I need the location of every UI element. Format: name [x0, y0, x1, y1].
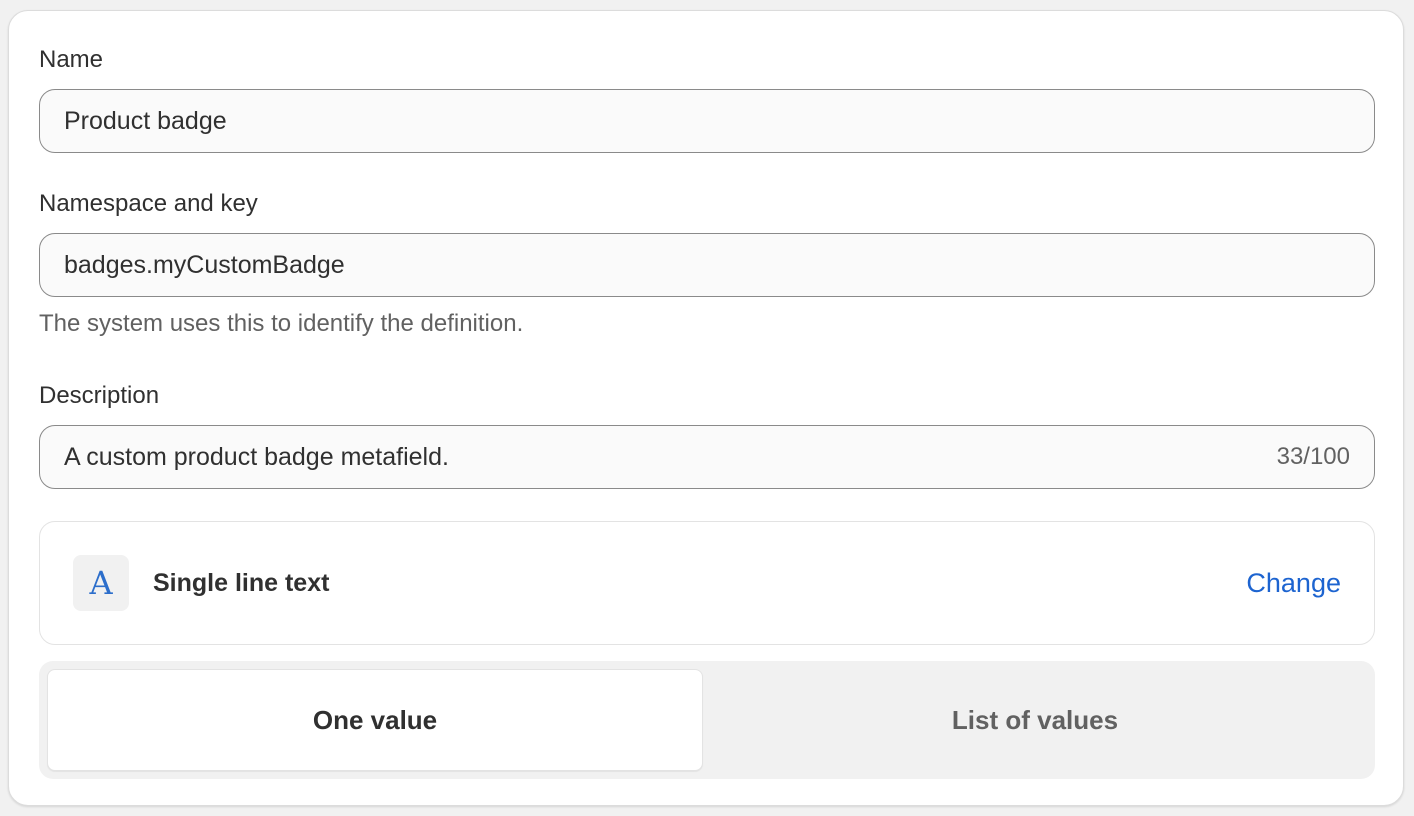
- description-character-counter: 33/100: [1276, 443, 1350, 470]
- name-field-value[interactable]: Product badge: [64, 107, 1350, 136]
- content-type-selector: A Single line text Change: [39, 521, 1375, 645]
- value-mode-toggle: One value List of values: [39, 661, 1375, 779]
- namespace-key-field-value[interactable]: badges.myCustomBadge: [64, 251, 1350, 280]
- description-field-value[interactable]: A custom product badge metafield.: [64, 443, 1261, 472]
- description-label: Description: [39, 382, 160, 409]
- namespace-label: Namespace and key: [39, 190, 258, 217]
- name-label: Name: [39, 46, 104, 73]
- namespace-help-text: The system uses this to identify the def…: [39, 310, 524, 337]
- text-type-icon-glyph: A: [89, 564, 113, 602]
- name-field[interactable]: Product badge: [39, 89, 1375, 153]
- text-type-icon: A: [73, 555, 129, 611]
- one-value-option[interactable]: One value: [47, 669, 703, 771]
- metafield-definition-card: Name Product badge Namespace and key bad…: [8, 10, 1404, 806]
- change-type-link[interactable]: Change: [1246, 565, 1341, 601]
- description-field[interactable]: A custom product badge metafield. 33/100: [39, 425, 1375, 489]
- content-type-label: Single line text: [153, 569, 330, 597]
- list-of-values-option[interactable]: List of values: [703, 669, 1367, 771]
- namespace-key-field[interactable]: badges.myCustomBadge: [39, 233, 1375, 297]
